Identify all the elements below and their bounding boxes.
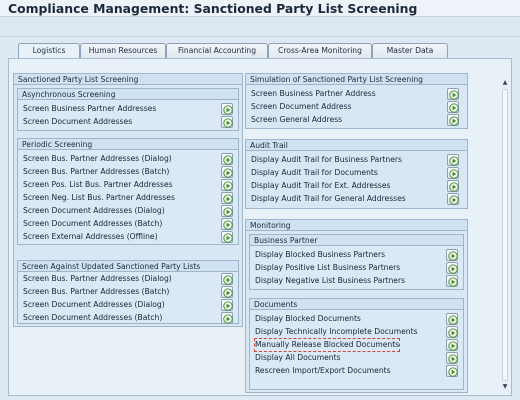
tab-cross-area-monitoring[interactable]: Cross-Area Monitoring [268, 43, 372, 58]
subgroup-title: Asynchronous Screening [18, 89, 238, 100]
link-screen-neg-list-bp-addresses[interactable]: Screen Neg. List Bus. Partner Addresses [23, 192, 175, 204]
group-title: Sanctioned Party List Screening [14, 74, 242, 85]
link-updated-bp-addresses-dialog[interactable]: Screen Bus. Partner Addresses (Dialog) [23, 273, 172, 285]
scroll-thumb[interactable] [502, 89, 508, 381]
execute-icon[interactable] [221, 116, 233, 128]
execute-icon[interactable] [446, 262, 458, 274]
execute-icon[interactable] [221, 103, 233, 115]
link-rescreen-import-export-documents[interactable]: Rescreen Import/Export Documents [255, 365, 391, 377]
tab-human-resources[interactable]: Human Resources [80, 43, 166, 58]
execute-icon[interactable] [221, 205, 233, 217]
group-title: Monitoring [246, 220, 467, 231]
subgroup-title: Screen Against Updated Sanctioned Party … [18, 261, 238, 272]
group-monitoring: Monitoring Business Partner Display Bloc… [245, 219, 468, 393]
link-simulate-general-address[interactable]: Screen General Address [251, 114, 342, 126]
link-screen-external-addresses-offline[interactable]: Screen External Addresses (Offline) [23, 231, 158, 243]
link-screen-bp-addresses-dialog[interactable]: Screen Bus. Partner Addresses (Dialog) [23, 153, 172, 165]
execute-icon[interactable] [446, 339, 458, 351]
link-blocked-business-partners[interactable]: Display Blocked Business Partners [255, 249, 385, 261]
execute-icon[interactable] [221, 286, 233, 298]
scroll-up-arrow-icon[interactable]: ▲ [501, 79, 509, 87]
execute-icon[interactable] [447, 88, 459, 100]
link-updated-document-addresses-dialog[interactable]: Screen Document Addresses (Dialog) [23, 299, 165, 311]
subgroup-screen-against-updated-lists: Screen Against Updated Sanctioned Party … [17, 260, 239, 324]
group-audit-trail: Audit Trail Display Audit Trail for Busi… [245, 139, 468, 209]
link-negative-list-business-partners[interactable]: Display Negative List Business Partners [255, 275, 405, 287]
link-screen-business-partner-addresses[interactable]: Screen Business Partner Addresses [23, 103, 156, 115]
link-screen-bp-addresses-batch[interactable]: Screen Bus. Partner Addresses (Batch) [23, 166, 169, 178]
subgroup-business-partner: Business Partner Display Blocked Busines… [249, 234, 464, 290]
execute-icon[interactable] [221, 153, 233, 165]
subgroup-title: Business Partner [250, 235, 463, 246]
link-technically-incomplete-documents[interactable]: Display Technically Incomplete Documents [255, 326, 418, 338]
link-display-all-documents[interactable]: Display All Documents [255, 352, 341, 364]
link-updated-bp-addresses-batch[interactable]: Screen Bus. Partner Addresses (Batch) [23, 286, 169, 298]
execute-icon[interactable] [221, 231, 233, 243]
execute-icon[interactable] [447, 193, 459, 205]
link-screen-document-addresses[interactable]: Screen Document Addresses [23, 116, 132, 128]
link-updated-document-addresses-batch[interactable]: Screen Document Addresses (Batch) [23, 312, 162, 324]
link-audit-ext-addresses[interactable]: Display Audit Trail for Ext. Addresses [251, 180, 391, 192]
execute-icon[interactable] [221, 273, 233, 285]
title-bar: Compliance Management: Sanctioned Party … [0, 0, 520, 17]
execute-icon[interactable] [446, 352, 458, 364]
subgroup-asynchronous-screening: Asynchronous Screening Screen Business P… [17, 88, 239, 131]
tab-master-data[interactable]: Master Data [372, 43, 448, 58]
execute-icon[interactable] [221, 192, 233, 204]
execute-icon[interactable] [446, 326, 458, 338]
execute-icon[interactable] [221, 299, 233, 311]
group-title: Audit Trail [246, 140, 467, 151]
link-screen-pos-list-bp-addresses[interactable]: Screen Pos. List Bus. Partner Addresses [23, 179, 173, 191]
execute-icon[interactable] [447, 101, 459, 113]
link-screen-document-addresses-batch[interactable]: Screen Document Addresses (Batch) [23, 218, 162, 230]
link-manually-release-blocked-documents[interactable]: Manually Release Blocked Documents [253, 338, 401, 352]
subgroup-title: Documents [250, 299, 463, 310]
link-audit-business-partners[interactable]: Display Audit Trail for Business Partner… [251, 154, 402, 166]
execute-icon[interactable] [447, 167, 459, 179]
link-audit-general-addresses[interactable]: Display Audit Trail for General Addresse… [251, 193, 406, 205]
tab-logistics[interactable]: Logistics [18, 43, 80, 59]
toolbar [0, 17, 520, 37]
link-blocked-documents[interactable]: Display Blocked Documents [255, 313, 361, 325]
execute-icon[interactable] [221, 218, 233, 230]
execute-icon[interactable] [221, 179, 233, 191]
link-audit-documents[interactable]: Display Audit Trail for Documents [251, 167, 378, 179]
scroll-down-arrow-icon[interactable]: ▼ [501, 383, 509, 391]
execute-icon[interactable] [447, 154, 459, 166]
execute-icon[interactable] [446, 275, 458, 287]
tab-content: Sanctioned Party List Screening Asynchro… [8, 58, 512, 396]
window-title: Compliance Management: Sanctioned Party … [8, 1, 418, 16]
execute-icon[interactable] [446, 313, 458, 325]
link-screen-document-addresses-dialog[interactable]: Screen Document Addresses (Dialog) [23, 205, 165, 217]
subgroup-title: Periodic Screening [18, 139, 238, 150]
vertical-scrollbar[interactable]: ▲ ▼ [501, 79, 509, 391]
group-title: Simulation of Sanctioned Party List Scre… [246, 74, 467, 85]
group-sanctioned-party-list-screening: Sanctioned Party List Screening Asynchro… [13, 73, 243, 327]
group-simulation: Simulation of Sanctioned Party List Scre… [245, 73, 468, 129]
link-simulate-business-partner-address[interactable]: Screen Business Partner Address [251, 88, 376, 100]
execute-icon[interactable] [446, 249, 458, 261]
execute-icon[interactable] [221, 166, 233, 178]
execute-icon[interactable] [221, 312, 233, 324]
tab-financial-accounting[interactable]: Financial Accounting [166, 43, 268, 58]
subgroup-periodic-screening: Periodic Screening Screen Bus. Partner A… [17, 138, 239, 245]
link-positive-list-business-partners[interactable]: Display Positive List Business Partners [255, 262, 400, 274]
execute-icon[interactable] [447, 180, 459, 192]
execute-icon[interactable] [446, 365, 458, 377]
execute-icon[interactable] [447, 114, 459, 126]
subgroup-documents: Documents Display Blocked Documents Disp… [249, 298, 464, 390]
link-simulate-document-address[interactable]: Screen Document Address [251, 101, 352, 113]
